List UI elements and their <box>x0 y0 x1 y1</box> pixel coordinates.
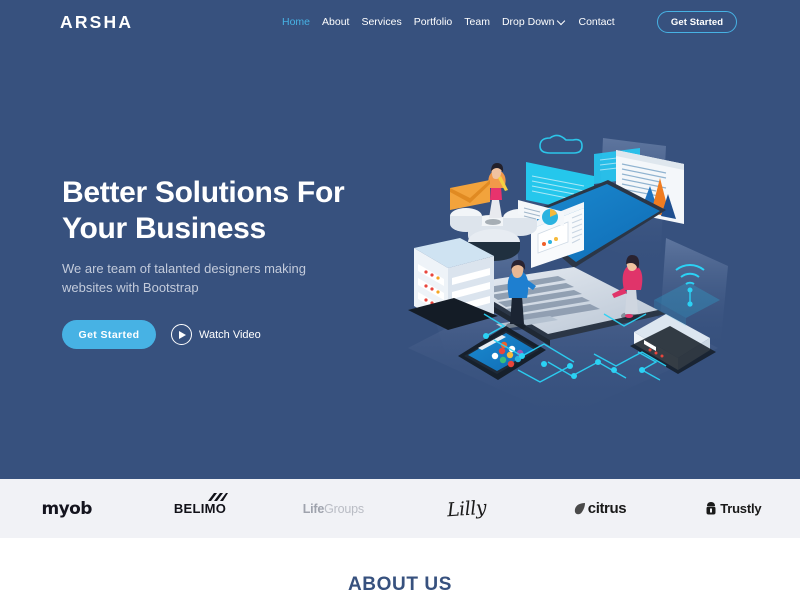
page-root: ARSHA Home About Services Portfolio Team… <box>0 0 800 600</box>
client-logo-label: myob <box>41 498 93 519</box>
about-section-title: ABOUT US <box>347 574 453 595</box>
hero-title-line2: Your Business <box>62 212 266 245</box>
hero-text-block: Better Solutions For Your Business We ar… <box>62 175 392 297</box>
nav-item-services[interactable]: Services <box>361 14 413 30</box>
hero-actions: Get Started Watch Video <box>62 320 261 349</box>
client-logo-trustly[interactable]: Trustly <box>667 479 800 538</box>
lifegroups-part1: Life <box>302 501 325 516</box>
trustly-badge-icon <box>706 501 716 514</box>
belimo-swoosh-icon <box>208 492 229 501</box>
citrus-leaf-icon <box>574 502 585 514</box>
client-logo-label: Trustly <box>720 501 762 516</box>
watch-video-button[interactable]: Watch Video <box>171 324 261 345</box>
nav-item-about[interactable]: About <box>322 14 361 30</box>
client-logo-label: LifeGroups <box>303 502 364 516</box>
client-logo-lilly[interactable]: Lilly <box>400 479 533 538</box>
hero-title: Better Solutions For Your Business <box>62 175 392 247</box>
nav-item-drop-down[interactable]: Drop Down <box>502 14 579 30</box>
clients-band: myob BELIMO LifeGroups Lilly citrus Trus… <box>0 479 800 538</box>
about-section: ABOUT US <box>0 538 800 600</box>
hero-section: ARSHA Home About Services Portfolio Team… <box>0 0 800 479</box>
hero-illustration <box>398 118 728 418</box>
nav-dropdown-label: Drop Down <box>501 16 555 28</box>
nav-item-contact[interactable]: Contact <box>578 14 626 30</box>
client-logo-myob[interactable]: myob <box>0 479 133 538</box>
client-logo-label: BELIMO <box>173 500 227 516</box>
client-logo-label: citrus <box>587 500 627 517</box>
client-logo-belimo[interactable]: BELIMO <box>133 479 266 538</box>
nav-item-portfolio[interactable]: Portfolio <box>414 14 465 30</box>
hero-subtitle: We are team of talanted designers making… <box>62 261 307 295</box>
nav-item-team[interactable]: Team <box>464 14 502 30</box>
nav-item-home[interactable]: Home <box>282 14 322 30</box>
client-logo-lifegroups[interactable]: LifeGroups <box>267 479 400 538</box>
hero-get-started-button[interactable]: Get Started <box>62 320 156 349</box>
nav-links: Home About Services Portfolio Team Drop … <box>282 14 627 30</box>
main-navbar: ARSHA Home About Services Portfolio Team… <box>0 0 800 44</box>
chevron-down-icon <box>558 18 566 26</box>
watch-video-label: Watch Video <box>199 328 261 341</box>
play-circle-icon <box>171 324 192 345</box>
play-triangle-icon <box>179 330 186 339</box>
lifegroups-part2: Groups <box>324 501 364 516</box>
brand-logo[interactable]: ARSHA <box>60 11 133 33</box>
client-logo-citrus[interactable]: citrus <box>533 479 666 538</box>
hero-title-line1: Better Solutions For <box>62 176 345 209</box>
nav-get-started-button[interactable]: Get Started <box>657 11 737 33</box>
client-logo-label: Lilly <box>446 496 487 521</box>
